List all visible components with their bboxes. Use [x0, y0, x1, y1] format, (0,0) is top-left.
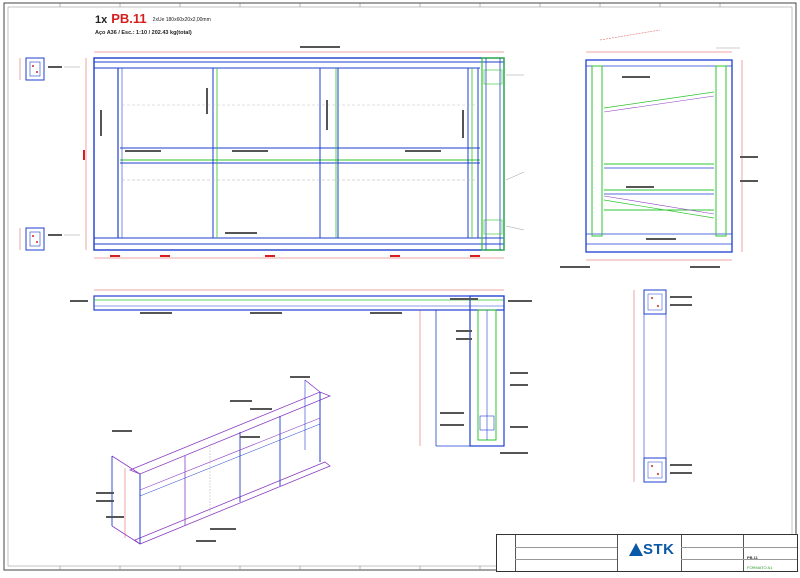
isometric-view: [96, 376, 332, 545]
company-logo-text: STK: [643, 541, 675, 558]
front-elevation: [83, 46, 505, 259]
part-quantity: 1x: [95, 14, 108, 26]
technical-drawing: [3, 2, 797, 571]
column-detail: [633, 289, 692, 483]
sheet-number: PB.11: [747, 555, 758, 560]
part-material-scale: Aço A36 / Esc.: 1:10 / 202.43 kg(total): [95, 30, 192, 36]
sheet-format: FORMATO A1: [747, 565, 773, 570]
company-logo-icon: [629, 543, 643, 556]
side-elevation: [560, 29, 758, 268]
section-detail-bottom-left: [19, 227, 62, 251]
part-profile: 2xUe 180x60x20x2,00mm: [152, 17, 211, 23]
sheet-border: [3, 2, 797, 571]
part-header: 1x PB.11 2xUe 180x60x20x2,00mm: [95, 10, 211, 28]
drawing-sheet: 1x PB.11 2xUe 180x60x20x2,00mm Aço A36 / E…: [0, 0, 800, 573]
inner-border: [7, 6, 793, 567]
zone-ticks-top: [59, 3, 721, 7]
section-detail-top-left: [19, 57, 62, 81]
plan-view: [70, 289, 532, 454]
part-reference: PB.11: [111, 11, 147, 26]
zone-ticks-bottom: [59, 566, 481, 570]
